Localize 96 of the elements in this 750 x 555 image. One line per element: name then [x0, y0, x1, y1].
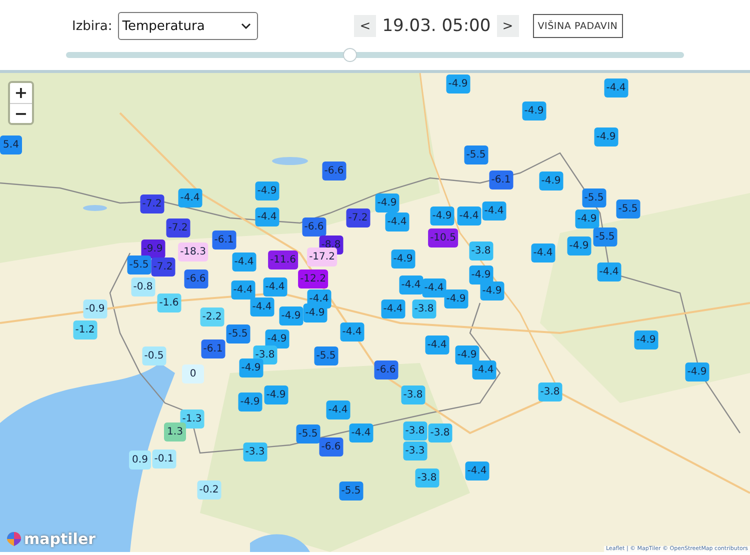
temperature-marker[interactable]: -3.3	[243, 442, 267, 462]
temperature-marker[interactable]: 1.3	[164, 422, 186, 442]
temperature-marker[interactable]: -1.6	[157, 294, 181, 312]
temperature-marker[interactable]: -17.2	[307, 248, 337, 266]
temperature-marker[interactable]: -3.8	[428, 424, 452, 442]
temperature-marker[interactable]: -4.4	[457, 206, 481, 226]
temperature-marker[interactable]: -4.4	[604, 78, 628, 98]
temperature-marker[interactable]: -4.4	[178, 188, 202, 208]
temperature-marker[interactable]: -4.4	[482, 202, 506, 220]
temperature-marker[interactable]: -4.9	[391, 250, 415, 268]
temperature-marker[interactable]: -4.4	[250, 298, 274, 316]
temperature-marker[interactable]: -5.5	[339, 482, 363, 500]
temperature-marker[interactable]: -4.4	[232, 252, 256, 272]
temperature-marker[interactable]: -4.9	[455, 346, 479, 364]
temperature-marker[interactable]: -4.9	[446, 74, 470, 94]
temperature-marker[interactable]: -4.4	[349, 424, 373, 442]
temperature-marker[interactable]: -4.4	[381, 300, 405, 318]
temperature-marker[interactable]: -6.6	[322, 162, 346, 180]
caret-icon	[241, 23, 252, 29]
temperature-marker[interactable]: -0.1	[152, 450, 176, 468]
temperature-marker[interactable]: -4.9	[539, 172, 563, 190]
temperature-marker[interactable]: -4.4	[255, 208, 279, 226]
variable-select[interactable]: Temperatura	[118, 12, 258, 40]
temperature-marker[interactable]: -4.9	[469, 266, 493, 284]
temperature-marker[interactable]: -18.3	[178, 242, 208, 262]
temperature-marker[interactable]: -5.5	[314, 346, 338, 366]
next-button[interactable]: >	[496, 15, 519, 37]
temperature-marker[interactable]: -4.9	[239, 358, 263, 378]
temperature-marker[interactable]: -6.6	[302, 218, 326, 236]
temperature-marker[interactable]: -4.9	[279, 306, 303, 326]
temperature-marker[interactable]: 5.4	[0, 136, 22, 154]
temperature-marker[interactable]: -4.4	[472, 360, 496, 380]
temperature-marker[interactable]: -4.9	[303, 304, 327, 322]
temperature-marker[interactable]: -6.6	[184, 270, 208, 288]
temperature-marker[interactable]: -4.9	[238, 392, 262, 412]
previous-button[interactable]: <	[354, 15, 376, 37]
temperature-marker[interactable]: -6.6	[374, 360, 398, 380]
temperature-marker[interactable]: -3.8	[403, 422, 427, 440]
zoom-out-button[interactable]: −	[10, 103, 32, 123]
temperature-marker[interactable]: -5.5	[296, 424, 320, 444]
temperature-marker[interactable]: -3.8	[415, 468, 439, 488]
zoom-in-button[interactable]: +	[10, 83, 32, 103]
temperature-marker[interactable]: -6.1	[212, 230, 236, 250]
temperature-marker[interactable]: -5.5	[616, 200, 640, 218]
temperature-marker[interactable]: -4.9	[444, 290, 468, 308]
temperature-marker[interactable]: -4.9	[594, 128, 618, 146]
temperature-marker[interactable]: -4.4	[385, 212, 409, 232]
temperature-marker[interactable]: -2.2	[200, 308, 224, 326]
temperature-marker[interactable]: -4.4	[531, 244, 555, 262]
logo-text: maptiler	[24, 530, 96, 548]
logo-icon	[6, 531, 22, 547]
temperature-marker[interactable]: -4.9	[634, 330, 658, 350]
temperature-marker[interactable]: -1.2	[73, 320, 97, 340]
temperature-marker[interactable]: -5.5	[593, 228, 617, 246]
temperature-marker[interactable]: -4.4	[263, 278, 287, 296]
temperature-marker[interactable]: -4.9	[375, 194, 399, 212]
temperature-marker[interactable]: -4.4	[399, 276, 423, 294]
temperature-marker[interactable]: -4.4	[326, 400, 350, 420]
temperature-marker[interactable]: -5.5	[582, 188, 606, 208]
temperature-marker[interactable]: -5.5	[226, 324, 250, 344]
temperature-marker[interactable]: -4.9	[522, 102, 546, 120]
temperature-marker[interactable]: -1.3	[180, 410, 204, 428]
temperature-marker[interactable]: -4.4	[597, 262, 621, 282]
temperature-marker[interactable]: -4.9	[567, 236, 591, 256]
time-label: 19.03. 05:00	[382, 16, 491, 36]
slider-thumb[interactable]	[343, 48, 358, 62]
temperature-marker[interactable]: 0.9	[129, 450, 151, 470]
temperature-marker[interactable]: -4.4	[231, 280, 255, 300]
temperature-marker[interactable]: -4.9	[264, 386, 288, 404]
precipitation-button[interactable]: VIŠINA PADAVIN	[532, 14, 623, 38]
temperature-marker[interactable]: -3.3	[403, 442, 427, 460]
temperature-marker[interactable]: -4.9	[430, 206, 454, 226]
temperature-marker[interactable]: -4.4	[340, 322, 364, 342]
temperature-marker[interactable]: -4.9	[575, 210, 599, 228]
temperature-marker[interactable]: -0.2	[197, 480, 221, 500]
temperature-marker[interactable]: -3.8	[401, 386, 425, 404]
temperature-marker[interactable]: -0.9	[83, 300, 107, 318]
temperature-marker[interactable]: -5.5	[127, 256, 151, 274]
temperature-marker[interactable]: 0	[182, 364, 204, 384]
temperature-marker[interactable]: -4.9	[255, 182, 279, 200]
temperature-marker[interactable]: -4.9	[265, 330, 289, 348]
temperature-marker[interactable]: -6.6	[319, 438, 343, 456]
temperature-marker[interactable]: -6.1	[201, 340, 225, 358]
temperature-marker[interactable]: -3.8	[412, 300, 436, 318]
temperature-marker[interactable]: -4.4	[422, 278, 446, 298]
temperature-marker[interactable]: -0.8	[131, 278, 155, 296]
temperature-marker[interactable]: -3.8	[469, 242, 493, 260]
temperature-marker[interactable]: -4.9	[480, 282, 504, 300]
temperature-marker[interactable]: -0.5	[142, 346, 166, 366]
temperature-marker[interactable]: -4.9	[685, 362, 709, 382]
temperature-marker[interactable]: -4.4	[425, 336, 449, 354]
temperature-marker[interactable]: -6.1	[489, 170, 513, 190]
temperature-marker[interactable]: -5.5	[464, 146, 488, 164]
temperature-marker[interactable]: -3.8	[538, 382, 562, 402]
select-label: Izbira:	[72, 18, 112, 34]
temperature-marker[interactable]: -4.4	[465, 462, 489, 480]
